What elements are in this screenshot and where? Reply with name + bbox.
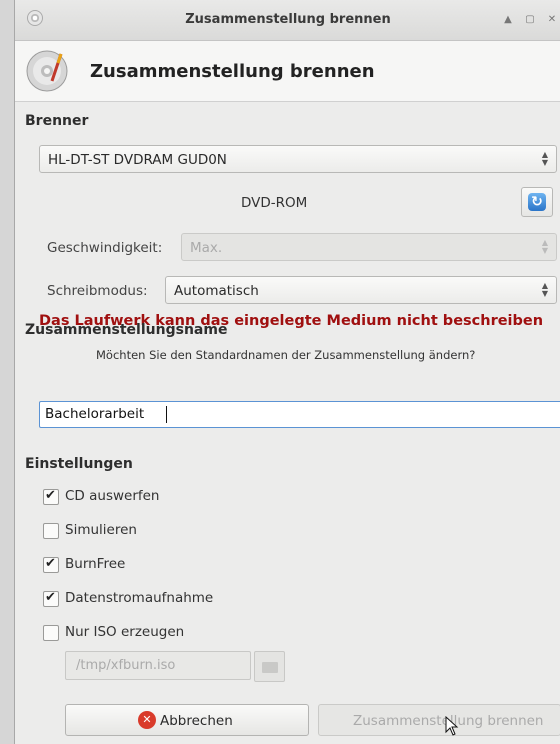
composition-hint: Möchten Sie den Standardnamen der Zusamm… [96, 348, 476, 362]
restore-icon[interactable]: ▢ [523, 13, 537, 27]
write-mode-label: Schreibmodus: [47, 283, 148, 299]
text-caret [166, 406, 167, 423]
composition-section-label: Zusammenstellungsname [25, 322, 228, 338]
mouse-pointer-icon [445, 716, 459, 736]
speed-select[interactable]: Max. ▲ ▼ [181, 233, 557, 261]
maximize-icon[interactable]: ▲ [501, 13, 515, 27]
checkbox-box[interactable] [43, 523, 59, 539]
cancel-button[interactable]: ✕ Abbrechen [65, 704, 309, 736]
media-type-label: DVD-ROM [241, 195, 308, 211]
burn-button[interactable]: Zusammenstellung brennen [318, 704, 560, 736]
burner-section-label: Brenner [25, 113, 89, 129]
folder-icon [262, 662, 278, 673]
checkbox-label: Simulieren [65, 522, 137, 538]
cd-burn-icon [26, 50, 68, 92]
iso-path-field[interactable] [65, 651, 251, 680]
iso-path-input[interactable] [76, 658, 236, 673]
checkbox-label: CD auswerfen [65, 488, 160, 504]
checkbox-label: Datenstromaufnahme [65, 590, 214, 606]
spin-arrows-icon: ▲ ▼ [541, 238, 548, 255]
burn-dialog: Zusammenstellung brennen ▲ ▢ ✕ Zusammens… [14, 0, 560, 744]
refresh-icon: ↻ [528, 193, 546, 211]
browse-button[interactable] [254, 651, 285, 682]
dialog-header: Zusammenstellung brennen [15, 41, 560, 102]
spin-arrows-icon: ▲ ▼ [541, 281, 548, 298]
cancel-button-label: Abbrechen [160, 713, 233, 729]
checkbox-label: Nur ISO erzeugen [65, 624, 185, 640]
checkbox-label: BurnFree [65, 556, 126, 572]
cancel-icon: ✕ [138, 711, 156, 729]
settings-section-label: Einstellungen [25, 456, 133, 472]
checkbox-box[interactable] [43, 590, 59, 607]
checkbox-box[interactable] [43, 556, 59, 573]
write-mode-value: Automatisch [174, 283, 259, 299]
refresh-button[interactable]: ↻ [521, 187, 553, 217]
speed-label: Geschwindigkeit: [47, 240, 163, 256]
checkbox-box[interactable] [43, 625, 59, 641]
window-title: Zusammenstellung brennen [185, 12, 391, 27]
spin-arrows-icon: ▲ ▼ [541, 150, 548, 167]
titlebar[interactable]: Zusammenstellung brennen ▲ ▢ ✕ [15, 0, 560, 41]
speed-select-value: Max. [190, 240, 223, 256]
header-title: Zusammenstellung brennen [90, 61, 375, 82]
checkbox-box[interactable] [43, 488, 59, 505]
close-icon[interactable]: ✕ [545, 13, 559, 27]
drive-select[interactable]: HL-DT-ST DVDRAM GUD0N ▲ ▼ [39, 145, 557, 173]
composition-name-field[interactable] [39, 401, 560, 428]
composition-name-input[interactable] [45, 406, 545, 422]
write-mode-select[interactable]: Automatisch ▲ ▼ [165, 276, 557, 304]
drive-select-value: HL-DT-ST DVDRAM GUD0N [48, 152, 227, 168]
